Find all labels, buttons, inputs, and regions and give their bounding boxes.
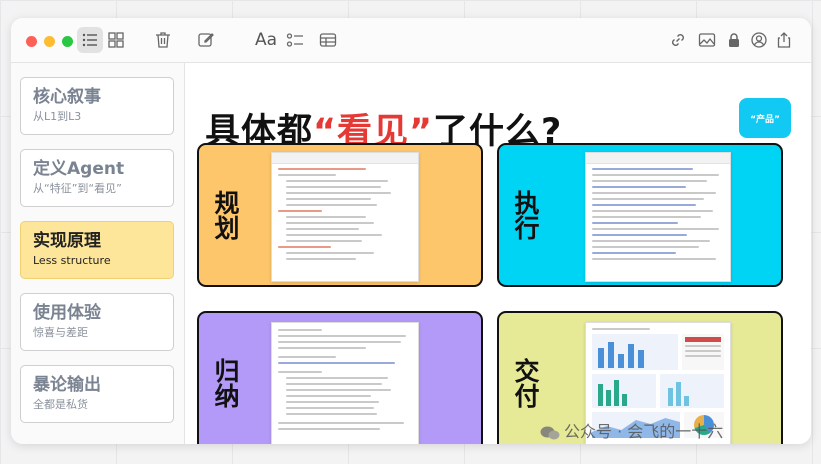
thumbnail-header <box>586 153 730 164</box>
dashboard-column-chart <box>592 374 656 408</box>
lock-icon[interactable] <box>723 29 745 51</box>
dashboard-mini-chart <box>660 374 724 408</box>
quadrant-execution: 执行 <box>497 143 783 287</box>
sidebar-item-title: 暴论输出 <box>33 375 101 395</box>
link-icon[interactable] <box>667 29 689 51</box>
window-controls <box>26 36 73 47</box>
text-format-icon[interactable]: Aa <box>253 29 279 51</box>
quadrant-label: 交付 <box>509 313 541 444</box>
wechat-icon <box>540 426 560 439</box>
minimize-window-button[interactable] <box>44 36 55 47</box>
dashboard-table <box>682 334 724 370</box>
checklist-icon[interactable] <box>284 29 306 51</box>
table-icon[interactable] <box>317 29 339 51</box>
list-view-icon[interactable] <box>79 29 101 51</box>
dashboard-bar-chart <box>592 334 678 370</box>
execution-screenshot-thumbnail <box>585 152 731 282</box>
sidebar-item-title: 定义Agent <box>33 159 125 179</box>
trash-icon[interactable] <box>152 29 174 51</box>
sidebar-item-subtitle: 从L1到L3 <box>33 110 82 123</box>
compose-icon[interactable] <box>195 29 217 51</box>
sidebar-item-subtitle: 从“特征”到“看见” <box>33 182 122 195</box>
sidebar-item-subtitle: Less structure <box>33 254 111 267</box>
share-icon[interactable] <box>773 29 795 51</box>
sidebar-item-title: 使用体验 <box>33 303 101 323</box>
quadrant-label: 执行 <box>509 145 541 285</box>
summarization-screenshot-thumbnail <box>271 322 419 444</box>
grid-view-icon[interactable] <box>105 29 127 51</box>
quadrant-label: 归纳 <box>209 313 241 444</box>
sidebar-item-user-experience[interactable]: 使用体验 惊喜与差距 <box>20 293 174 351</box>
sidebar-item-title: 核心叙事 <box>33 87 101 107</box>
sidebar-item-title: 实现原理 <box>33 231 101 251</box>
thumbnail-header <box>272 153 418 164</box>
sidebar-item-core-narrative[interactable]: 核心叙事 从L1到L3 <box>20 77 174 135</box>
notes-window: Aa 核心叙事 从L1到L3 定义Agent 从“特征”到“看见” 实现原理 L… <box>11 18 811 444</box>
sidebar-item-hot-takes[interactable]: 暴论输出 全都是私货 <box>20 365 174 423</box>
account-icon[interactable] <box>748 29 770 51</box>
dashboard-middle-row <box>592 374 724 408</box>
toolbar: Aa <box>11 18 811 63</box>
dashboard-top-row <box>592 334 724 370</box>
quadrant-label: 规划 <box>209 145 241 285</box>
planning-screenshot-thumbnail <box>271 152 419 282</box>
quadrant-label-text: 交付 <box>511 358 540 408</box>
zoom-window-button[interactable] <box>62 36 73 47</box>
sidebar-item-subtitle: 惊喜与差距 <box>33 326 88 339</box>
close-window-button[interactable] <box>26 36 37 47</box>
sidebar-item-define-agent[interactable]: 定义Agent 从“特征”到“看见” <box>20 149 174 207</box>
watermark-text: 公众号 · 会飞的一十六 <box>564 422 724 441</box>
sidebar-item-implementation[interactable]: 实现原理 Less structure <box>20 221 174 279</box>
sidebar: 核心叙事 从L1到L3 定义Agent 从“特征”到“看见” 实现原理 Less… <box>11 63 185 444</box>
quadrant-label-text: 规划 <box>211 190 240 240</box>
quadrant-summarization: 归纳 <box>197 311 483 444</box>
watermark: 公众号 · 会飞的一十六 <box>540 418 723 442</box>
product-tag[interactable]: “产品” <box>739 98 791 138</box>
media-icon[interactable] <box>696 29 718 51</box>
note-content: 具体都“看见”了什么? “产品” 规划 执行 归纳 交付 <box>185 63 811 444</box>
quadrant-label-text: 归纳 <box>211 358 240 408</box>
quadrant-label-text: 执行 <box>511 190 540 240</box>
quadrant-planning: 规划 <box>197 143 483 287</box>
sidebar-item-subtitle: 全都是私货 <box>33 398 88 411</box>
